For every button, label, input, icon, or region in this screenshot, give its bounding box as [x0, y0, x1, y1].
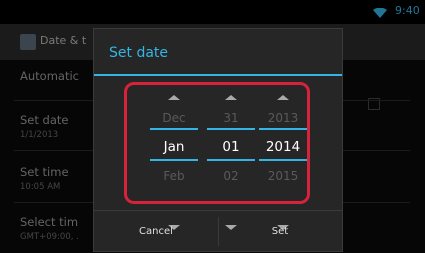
dialog-button-bar: Cancel Set	[94, 210, 342, 252]
set-button[interactable]: Set	[218, 211, 342, 252]
highlight-frame	[124, 82, 310, 204]
dialog-title-divider	[94, 74, 342, 76]
dialog-title: Set date	[109, 45, 169, 61]
cancel-button[interactable]: Cancel	[94, 211, 218, 252]
